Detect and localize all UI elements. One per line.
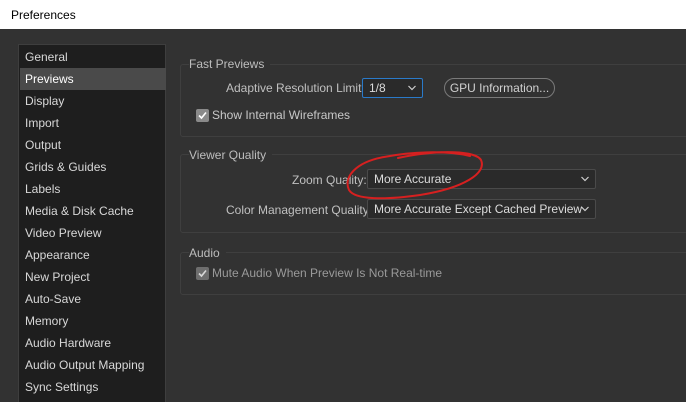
adaptive-resolution-value: 1/8 <box>369 81 386 95</box>
audio-heading: Audio <box>189 246 226 260</box>
sidebar-item-general[interactable]: General <box>20 46 166 68</box>
adaptive-resolution-label: Adaptive Resolution Limit: <box>226 81 365 95</box>
zoom-quality-dropdown[interactable]: More Accurate <box>367 169 596 189</box>
sidebar-item-previews[interactable]: Previews <box>20 68 166 90</box>
sidebar-item-media-disk-cache[interactable]: Media & Disk Cache <box>20 200 166 222</box>
adaptive-resolution-dropdown[interactable]: 1/8 <box>362 78 423 98</box>
sidebar-item-labels[interactable]: Labels <box>20 178 166 200</box>
mute-audio-label: Mute Audio When Preview Is Not Real-time <box>212 266 443 280</box>
chevron-down-icon <box>408 85 416 91</box>
zoom-quality-label: Zoom Quality: <box>292 173 367 187</box>
color-management-dropdown[interactable]: More Accurate Except Cached Preview <box>367 199 596 219</box>
sidebar-item-appearance[interactable]: Appearance <box>20 244 166 266</box>
sidebar-item-sync-settings[interactable]: Sync Settings <box>20 376 166 398</box>
show-wireframes-label: Show Internal Wireframes <box>212 108 351 122</box>
color-management-label: Color Management Quality: <box>226 203 373 217</box>
mute-audio-checkbox[interactable] <box>196 267 209 280</box>
sidebar-item-auto-save[interactable]: Auto-Save <box>20 288 166 310</box>
sidebar-item-output[interactable]: Output <box>20 134 166 156</box>
zoom-quality-value: More Accurate <box>374 172 452 186</box>
chevron-down-icon <box>581 176 589 182</box>
checkmark-icon <box>198 269 207 278</box>
viewer-quality-heading: Viewer Quality <box>189 148 273 162</box>
sidebar-item-audio-output-mapping[interactable]: Audio Output Mapping <box>20 354 166 376</box>
sidebar-item-memory[interactable]: Memory <box>20 310 166 332</box>
preferences-sidebar: General Previews Display Import Output G… <box>18 44 166 402</box>
fast-previews-group <box>180 64 686 137</box>
sidebar-item-grids-guides[interactable]: Grids & Guides <box>20 156 166 178</box>
fast-previews-heading: Fast Previews <box>189 57 271 71</box>
sidebar-item-audio-hardware[interactable]: Audio Hardware <box>20 332 166 354</box>
chevron-down-icon <box>581 206 589 212</box>
gpu-information-button[interactable]: GPU Information... <box>444 78 555 98</box>
checkmark-icon <box>198 111 207 120</box>
sidebar-item-display[interactable]: Display <box>20 90 166 112</box>
sidebar-item-new-project[interactable]: New Project <box>20 266 166 288</box>
show-wireframes-checkbox[interactable] <box>196 109 209 122</box>
viewer-quality-group <box>180 154 686 233</box>
color-management-value: More Accurate Except Cached Preview <box>374 202 583 216</box>
title-bar: Preferences <box>0 0 686 29</box>
window-title: Preferences <box>11 8 76 22</box>
sidebar-item-video-preview[interactable]: Video Preview <box>20 222 166 244</box>
sidebar-item-import[interactable]: Import <box>20 112 166 134</box>
